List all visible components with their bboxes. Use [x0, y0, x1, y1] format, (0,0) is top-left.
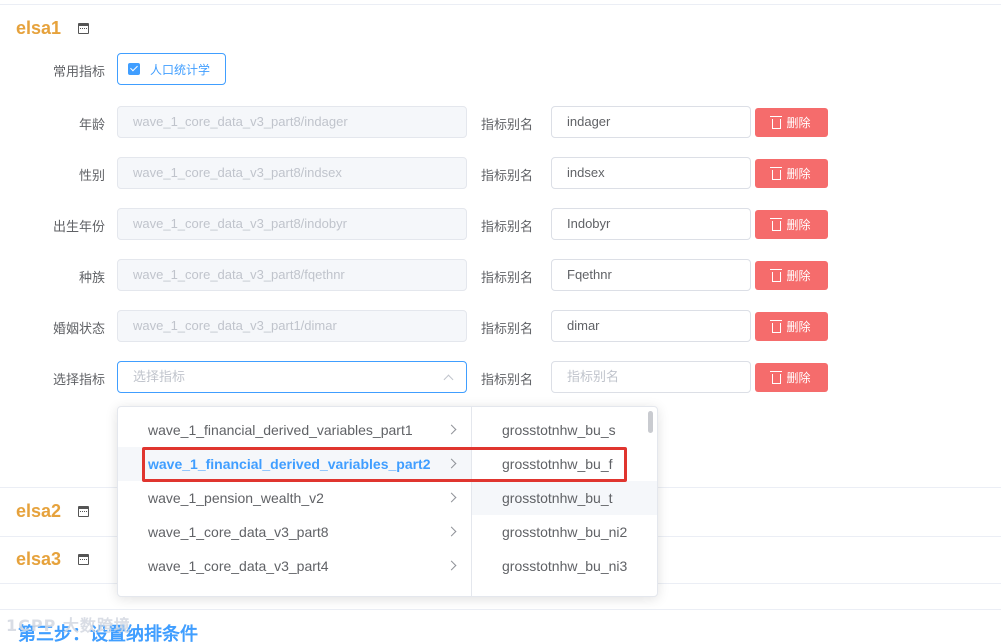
- cascader-option-label: wave_1_pension_wealth_v2: [148, 490, 324, 506]
- alias-input-new[interactable]: 指标别名: [551, 361, 751, 393]
- chevron-right-icon: [446, 526, 457, 537]
- indicator-label: 性别: [78, 169, 105, 184]
- delete-label: 删除: [786, 167, 811, 181]
- alias-label: 指标别名: [481, 118, 534, 133]
- alias-label: 指标别名: [481, 373, 534, 388]
- trash-icon: [770, 166, 783, 180]
- section-title-elsa3[interactable]: elsa3: [16, 549, 61, 570]
- cascader-leaf-label: grosstotnhw_bu_ni3: [502, 558, 628, 574]
- top-divider: [0, 4, 1001, 5]
- alias-input[interactable]: indsex: [551, 157, 751, 189]
- cascader-dropdown: wave_1_financial_derived_variables_part1…: [117, 406, 658, 597]
- indicator-path-input: wave_1_core_data_v3_part8/indager: [117, 106, 467, 138]
- trash-icon: [770, 370, 783, 384]
- select-indicator-label: 选择指标: [52, 373, 105, 388]
- cascader-leaf-option[interactable]: grosstotnhw_bu_ni2: [472, 515, 657, 549]
- cascader-leaf-label: grosstotnhw_bu_f: [502, 456, 613, 472]
- alias-label: 指标别名: [481, 169, 534, 184]
- common-indicator-label: 常用指标: [52, 65, 105, 80]
- cascader-option[interactable]: wave_1_pension_wealth_v2: [118, 481, 471, 515]
- indicator-path-input: wave_1_core_data_v3_part8/indobyr: [117, 208, 467, 240]
- indicator-path-input: wave_1_core_data_v3_part8/fqethnr: [117, 259, 467, 291]
- delete-button[interactable]: 删除: [755, 210, 828, 239]
- chevron-right-icon: [446, 424, 457, 435]
- alias-input[interactable]: indager: [551, 106, 751, 138]
- cascader-leaf-label: grosstotnhw_bu_s: [502, 422, 616, 438]
- indicator-label: 种族: [78, 271, 105, 286]
- delete-button[interactable]: 删除: [755, 159, 828, 188]
- cascader-leaf-option[interactable]: grosstotnhw_bu_s: [472, 413, 657, 447]
- calendar-icon[interactable]: [78, 23, 89, 34]
- cascader-option-label: wave_1_core_data_v3_part4: [148, 558, 329, 574]
- cascader-option-label: wave_1_financial_derived_variables_part2: [148, 456, 431, 472]
- alias-input[interactable]: Fqethnr: [551, 259, 751, 291]
- cascader-option[interactable]: wave_1_financial_derived_variables_part2: [118, 447, 471, 481]
- delete-label: 删除: [786, 320, 811, 334]
- watermark: 1CPP 大数跨境: [6, 616, 131, 635]
- checkbox-checked-icon: [128, 63, 140, 75]
- alias-label: 指标别名: [481, 322, 534, 337]
- delete-button[interactable]: 删除: [755, 312, 828, 341]
- cascader-leaf-option[interactable]: grosstotnhw_bu_t: [472, 481, 657, 515]
- demographics-checkbox[interactable]: 人口统计学: [117, 53, 226, 85]
- trash-icon: [770, 217, 783, 231]
- cascader-option[interactable]: wave_1_core_data_v3_part8: [118, 515, 471, 549]
- calendar-icon[interactable]: [78, 554, 89, 565]
- indicator-path-input: wave_1_core_data_v3_part8/indsex: [117, 157, 467, 189]
- alias-label: 指标别名: [481, 220, 534, 235]
- trash-icon: [770, 319, 783, 333]
- indicator-label: 出生年份: [52, 220, 105, 235]
- chevron-right-icon: [446, 492, 457, 503]
- alias-input[interactable]: Indobyr: [551, 208, 751, 240]
- cascader-option-label: wave_1_financial_derived_variables_part1: [148, 422, 413, 438]
- cascader-option[interactable]: wave_1_core_data_v3_part4: [118, 549, 471, 583]
- delete-label: 删除: [786, 269, 811, 283]
- cascader-option-label: wave_1_core_data_v3_part8: [148, 524, 329, 540]
- cascader-menu-level1: wave_1_financial_derived_variables_part1…: [118, 407, 472, 596]
- cascader-leaf-label: grosstotnhw_bu_t: [502, 490, 613, 506]
- delete-label: 删除: [786, 218, 811, 232]
- section-title-elsa1[interactable]: elsa1: [16, 18, 61, 39]
- section-divider: [0, 609, 1001, 610]
- chevron-right-icon: [446, 458, 457, 469]
- alias-label: 指标别名: [481, 271, 534, 286]
- cascader-leaf-option[interactable]: grosstotnhw_bu_ni3: [472, 549, 657, 583]
- delete-button[interactable]: 删除: [755, 261, 828, 290]
- cascader-leaf-option[interactable]: grosstotnhw_bu_f: [472, 447, 657, 481]
- cascader-option[interactable]: wave_1_financial_derived_variables_part1: [118, 413, 471, 447]
- alias-input[interactable]: dimar: [551, 310, 751, 342]
- chevron-right-icon: [446, 560, 457, 571]
- indicator-label: 年龄: [78, 118, 105, 133]
- indicator-label: 婚姻状态: [52, 322, 105, 337]
- section-title-elsa2[interactable]: elsa2: [16, 501, 61, 522]
- chevron-up-icon: [443, 374, 454, 385]
- calendar-icon[interactable]: [78, 506, 89, 517]
- delete-button[interactable]: 删除: [755, 363, 828, 392]
- checkbox-label: 人口统计学: [150, 63, 211, 77]
- delete-button[interactable]: 删除: [755, 108, 828, 137]
- indicator-select-placeholder: 选择指标: [133, 369, 186, 384]
- trash-icon: [770, 115, 783, 129]
- indicator-select[interactable]: 选择指标: [117, 361, 467, 393]
- delete-label: 删除: [786, 116, 811, 130]
- indicator-path-input: wave_1_core_data_v3_part1/dimar: [117, 310, 467, 342]
- cascader-leaf-label: grosstotnhw_bu_ni2: [502, 524, 628, 540]
- cascader-menu-level2: grosstotnhw_bu_s grosstotnhw_bu_f grosst…: [472, 407, 657, 596]
- trash-icon: [770, 268, 783, 282]
- delete-label: 删除: [786, 371, 811, 385]
